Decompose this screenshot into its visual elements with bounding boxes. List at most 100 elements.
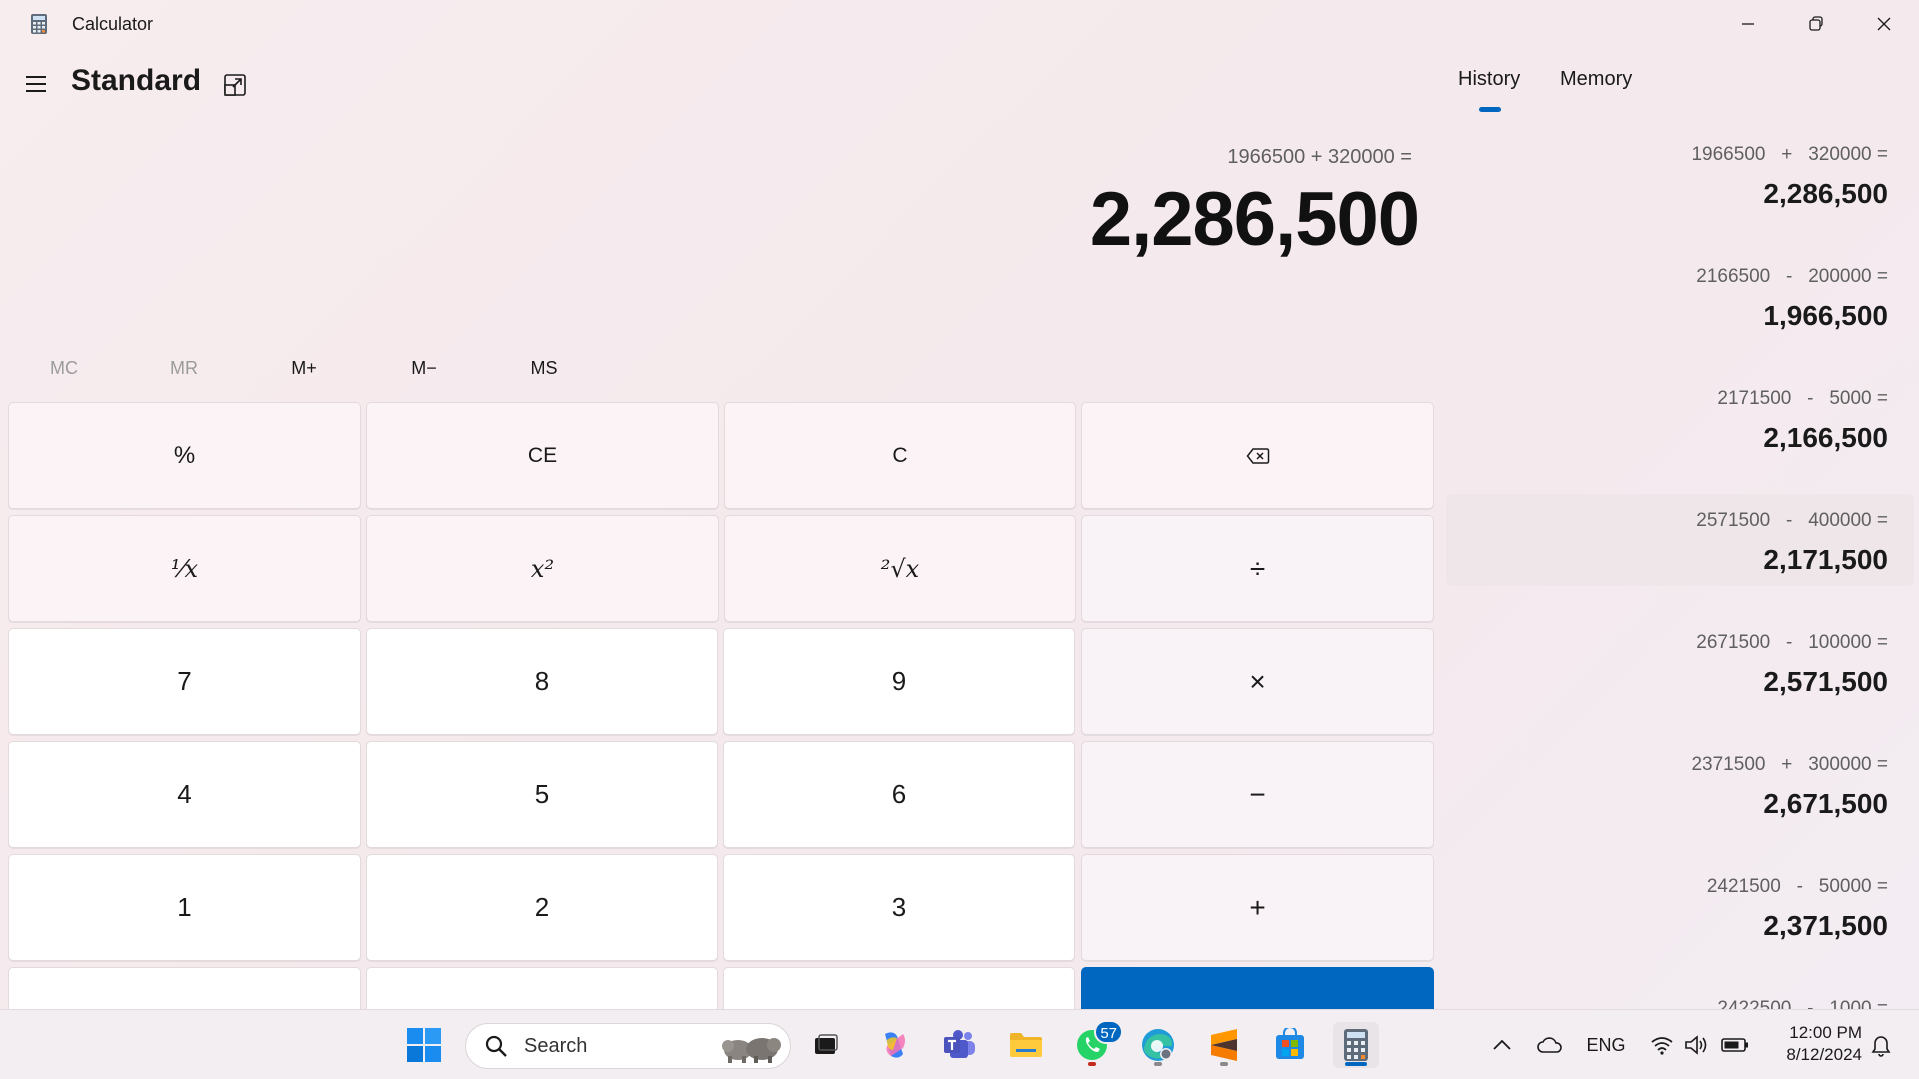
multiply-button[interactable]: × [1081, 628, 1434, 735]
notifications-button[interactable] [1864, 1010, 1898, 1079]
tab-memory[interactable]: Memory [1560, 68, 1632, 91]
digit-1-button[interactable]: 1 [8, 854, 361, 961]
task-view-button[interactable] [803, 1022, 849, 1068]
digit-label: 7 [177, 666, 192, 696]
taskbar-search-box[interactable]: Search [465, 1023, 791, 1069]
digit-0-button[interactable] [366, 967, 718, 1009]
minimize-icon [1742, 23, 1754, 25]
show-hidden-icons-button[interactable] [1486, 1010, 1518, 1079]
history-item[interactable]: 2571500 - 400000 = 2,171,500 [1446, 494, 1914, 586]
running-indicator [1154, 1062, 1162, 1066]
multiply-label: × [1249, 665, 1266, 697]
digit-3-button[interactable]: 3 [723, 854, 1075, 961]
store-icon [1276, 1028, 1304, 1059]
divide-button[interactable]: ÷ [1081, 515, 1434, 622]
keep-on-top-icon [224, 74, 246, 96]
digit-5-button[interactable]: 5 [366, 741, 718, 848]
whatsapp-button[interactable]: 57 [1069, 1020, 1123, 1068]
history-item[interactable]: 2371500 + 300000 = 2,671,500 [1446, 738, 1914, 830]
history-value: 2,166,500 [1763, 422, 1888, 453]
restore-button[interactable] [1782, 0, 1850, 48]
digit-label: 9 [891, 666, 907, 696]
divide-label: ÷ [1249, 552, 1266, 584]
memory-add-button[interactable]: M+ [249, 350, 359, 386]
hamburger-icon [26, 76, 46, 92]
history-list: 1966500 + 320000 = 2,286,500 2166500 - 2… [1446, 128, 1914, 1009]
language-indicator: ENG [1586, 1034, 1626, 1055]
backspace-button[interactable] [1081, 402, 1434, 509]
close-button[interactable] [1850, 0, 1918, 48]
clear-entry-label: CE [527, 443, 558, 467]
running-indicator [1220, 1062, 1228, 1066]
edge-icon [1142, 1029, 1174, 1061]
percent-button[interactable]: % [8, 402, 361, 509]
history-item[interactable]: 2166500 - 200000 = 1,966,500 [1446, 250, 1914, 342]
window-title: Calculator [72, 14, 154, 34]
reciprocal-button[interactable]: ⅟x [8, 515, 361, 622]
navigation-menu-button[interactable] [14, 64, 58, 104]
history-item[interactable]: 2171500 - 5000 = 2,166,500 [1446, 372, 1914, 464]
history-expression: 2422500 - 1000 = [1717, 998, 1888, 1009]
history-item[interactable]: 2422500 - 1000 = [1446, 982, 1914, 1009]
history-item[interactable]: 1966500 + 320000 = 2,286,500 [1446, 128, 1914, 220]
copilot-icon [885, 1032, 905, 1058]
input-language-button[interactable]: ENG [1582, 1010, 1630, 1079]
digit-4-button[interactable]: 4 [8, 741, 361, 848]
battery-button[interactable] [1718, 1010, 1752, 1079]
digit-label: 5 [534, 779, 550, 809]
memory-store-button[interactable]: MS [489, 350, 599, 386]
square-root-button[interactable]: ²√x [724, 515, 1076, 622]
digit-6-button[interactable]: 6 [723, 741, 1075, 848]
teams-button[interactable] [937, 1022, 983, 1068]
memory-subtract-button[interactable]: M− [369, 350, 479, 386]
memory-clear-button[interactable]: MC [9, 350, 119, 386]
clock-date: 8/12/2024 [1786, 1045, 1862, 1064]
digit-7-button[interactable]: 7 [8, 628, 361, 735]
taskbar-clock[interactable]: 12:00 PM 8/12/2024 [1762, 1022, 1862, 1066]
onedrive-button[interactable] [1532, 1010, 1568, 1079]
history-item[interactable]: 2671500 - 100000 = 2,571,500 [1446, 616, 1914, 708]
add-button[interactable]: + [1081, 854, 1434, 961]
history-expression: 2371500 + 300000 = [1691, 754, 1888, 775]
history-value: 2,671,500 [1763, 788, 1888, 819]
negate-button[interactable] [8, 967, 361, 1009]
chevron-up-icon [1493, 1039, 1511, 1050]
cloud-icon [1537, 1037, 1562, 1053]
digit-label: 4 [177, 779, 192, 809]
history-expression: 2421500 - 50000 = [1706, 876, 1888, 897]
edge-button[interactable] [1135, 1022, 1181, 1068]
history-value: 2,286,500 [1763, 178, 1888, 209]
search-icon [482, 1032, 510, 1060]
file-explorer-button[interactable] [1003, 1022, 1049, 1068]
digit-8-button[interactable]: 8 [366, 628, 718, 735]
minimize-button[interactable] [1714, 0, 1782, 48]
decimal-button[interactable] [723, 967, 1075, 1009]
bell-icon [1871, 1036, 1891, 1057]
copilot-button[interactable] [871, 1022, 917, 1068]
volume-button[interactable] [1682, 1010, 1712, 1079]
calculator-taskbar-button[interactable] [1333, 1022, 1379, 1068]
sublime-text-button[interactable] [1201, 1022, 1247, 1068]
memory-recall-button[interactable]: MR [129, 350, 239, 386]
history-item[interactable]: 2421500 - 50000 = 2,371,500 [1446, 860, 1914, 952]
digit-2-button[interactable]: 2 [366, 854, 718, 961]
sublime-text-icon [1211, 1029, 1237, 1061]
start-button[interactable] [401, 1022, 447, 1068]
percent-label: % [173, 441, 196, 469]
digit-9-button[interactable]: 9 [723, 628, 1075, 735]
clear-entry-button[interactable]: CE [366, 402, 719, 509]
clear-label: C [892, 443, 908, 467]
tab-history[interactable]: History [1458, 68, 1520, 91]
battery-icon [1721, 1038, 1748, 1052]
subtract-button[interactable]: − [1081, 741, 1434, 848]
add-label: + [1249, 891, 1266, 923]
square-root-label: ²√x [880, 554, 920, 583]
network-button[interactable] [1648, 1010, 1676, 1079]
keep-on-top-button[interactable] [216, 66, 254, 104]
microsoft-store-button[interactable] [1267, 1022, 1313, 1068]
square-button[interactable]: x² [366, 515, 719, 622]
equals-button[interactable] [1081, 967, 1434, 1009]
clear-button[interactable]: C [724, 402, 1076, 509]
square-label: x² [530, 554, 555, 583]
task-view-icon [815, 1034, 838, 1054]
